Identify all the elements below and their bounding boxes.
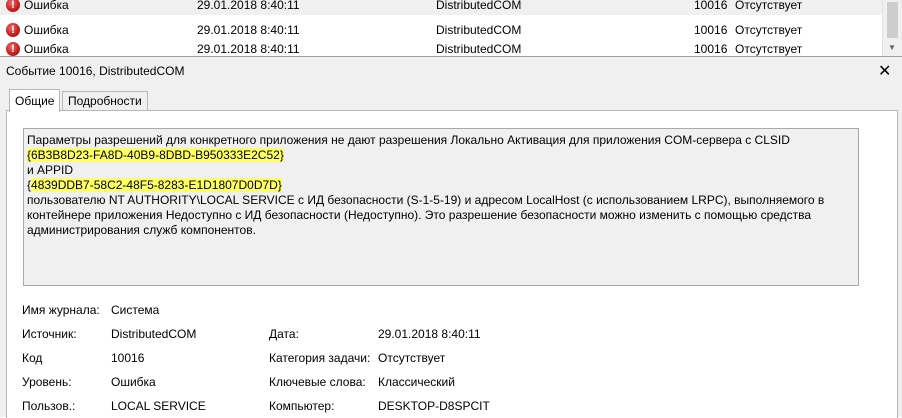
event-level: Ошибка — [24, 42, 69, 56]
level-value: Ошибка — [111, 375, 156, 389]
keywords-label: Ключевые слова: — [269, 375, 366, 389]
description-line: пользователю NT AUTHORITY\LOCAL SERVICE … — [27, 193, 825, 237]
code-value: 10016 — [111, 351, 145, 365]
event-id: 10016 — [694, 0, 728, 12]
code-label: Код — [22, 351, 43, 365]
event-category: Отсутствует — [735, 0, 803, 12]
description-line: и APPID — [27, 163, 74, 177]
event-list-scrollbar[interactable]: ▼ — [882, 0, 902, 56]
event-description[interactable]: Параметры разрешений для конкретного при… — [23, 128, 859, 286]
general-tab-panel: Параметры разрешений для конкретного при… — [6, 110, 898, 418]
event-id: 10016 — [694, 42, 728, 56]
keywords-value: Классический — [378, 375, 455, 389]
event-datetime: 29.01.2018 8:40:11 — [197, 42, 300, 56]
task-category-value: Отсутствует — [378, 351, 446, 365]
tab-general[interactable]: Общие — [9, 89, 61, 112]
event-category: Отсутствует — [735, 23, 803, 37]
clsid-highlight: {6B3B8D23-FA8D-40B9-8DBD-B950333E2C52} — [27, 148, 284, 162]
error-icon: ! — [6, 0, 20, 12]
date-value: 29.01.2018 8:40:11 — [378, 327, 481, 341]
scrollbar-thumb[interactable] — [887, 2, 898, 38]
level-label: Уровень: — [22, 375, 72, 389]
event-level: Ошибка — [24, 23, 69, 37]
scroll-down-arrow-icon[interactable]: ▼ — [888, 43, 896, 52]
error-icon: ! — [6, 42, 20, 56]
event-list: ! Ошибка 29.01.2018 8:40:11 DistributedC… — [0, 0, 902, 56]
source-label: Источник: — [22, 327, 77, 341]
error-icon: ! — [6, 23, 20, 37]
user-label: Пользов.: — [22, 399, 76, 413]
event-row[interactable]: ! Ошибка 29.01.2018 8:40:11 DistributedC… — [0, 21, 882, 40]
tab-details[interactable]: Подробности — [62, 91, 148, 111]
user-value: LOCAL SERVICE — [111, 399, 206, 413]
appid-highlight: 4839DDB7-58C2-48F5-8283-E1D1807D0D7D} — [31, 178, 282, 192]
event-detail-title: Событие 10016, DistributedCOM — [6, 64, 185, 78]
computer-value: DESKTOP-D8SPCIT — [378, 399, 490, 413]
date-label: Дата: — [269, 327, 299, 341]
close-icon[interactable]: ✕ — [878, 61, 891, 81]
task-category-label: Категория задачи: — [269, 351, 371, 365]
source-value: DistributedCOM — [111, 327, 197, 341]
event-id: 10016 — [694, 23, 728, 37]
event-category: Отсутствует — [735, 42, 803, 56]
event-source: DistributedCOM — [436, 23, 522, 37]
event-detail-header: Событие 10016, DistributedCOM ✕ — [0, 60, 902, 83]
event-source: DistributedCOM — [436, 0, 522, 12]
event-row[interactable]: ! Ошибка 29.01.2018 8:40:11 DistributedC… — [0, 0, 882, 15]
computer-label: Компьютер: — [269, 399, 335, 413]
event-source: DistributedCOM — [436, 42, 522, 56]
event-level: Ошибка — [24, 0, 69, 12]
log-name-value: Система — [111, 303, 160, 317]
event-datetime: 29.01.2018 8:40:11 — [197, 23, 300, 37]
event-row[interactable]: ! Ошибка 29.01.2018 8:40:11 DistributedC… — [0, 40, 882, 56]
event-datetime: 29.01.2018 8:40:11 — [197, 0, 300, 12]
description-line: Параметры разрешений для конкретного при… — [27, 133, 790, 147]
log-name-label: Имя журнала: — [22, 303, 100, 317]
